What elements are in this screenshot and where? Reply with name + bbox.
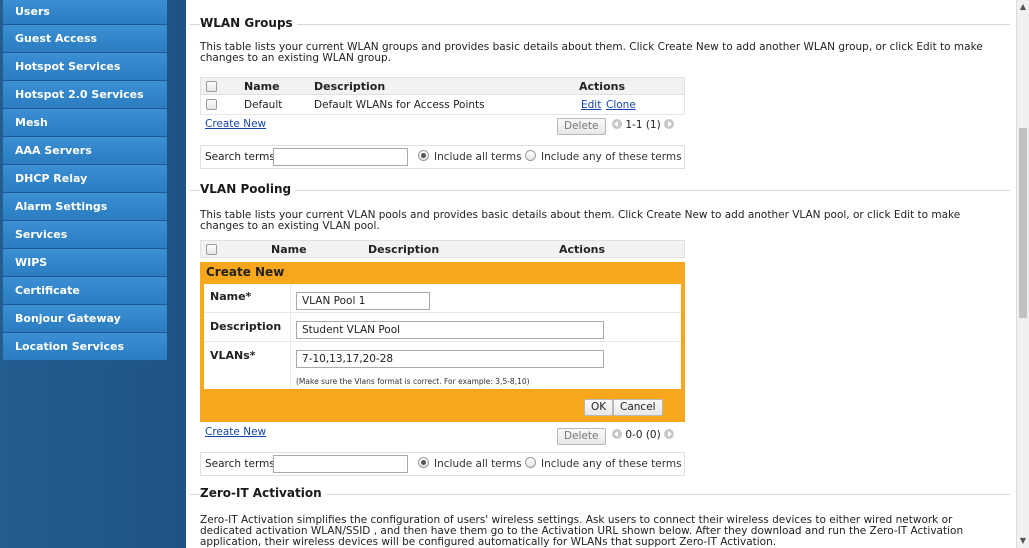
search-input[interactable] (273, 148, 408, 166)
create-form-body: Name* Description VLANs* (Make sure the … (204, 284, 681, 389)
wlan-groups-description: This table lists your current WLAN group… (200, 41, 983, 64)
pool-description-input[interactable] (296, 321, 604, 339)
sidebar-item-hotspot-2-services[interactable]: Hotspot 2.0 Services (3, 81, 167, 109)
ok-button[interactable]: OK (584, 399, 614, 416)
pagination: 1-1 (1) (612, 119, 675, 131)
sidebar-item-alarm-settings[interactable]: Alarm Settings (3, 193, 167, 221)
select-all-checkbox[interactable] (206, 81, 217, 92)
sidebar-item-users[interactable]: Users (3, 0, 167, 25)
sidebar-item-dhcp-relay[interactable]: DHCP Relay (3, 165, 167, 193)
column-actions: Actions (579, 80, 625, 93)
select-all-checkbox[interactable] (206, 244, 217, 255)
column-name: Name (271, 243, 307, 256)
table-header: Name Description Actions (200, 240, 685, 258)
create-new-link[interactable]: Create New (205, 118, 266, 130)
column-actions: Actions (559, 243, 605, 256)
table-footer: Create New Delete 1-1 (1) (200, 115, 685, 137)
search-label: Search terms (205, 151, 275, 163)
create-new-link[interactable]: Create New (205, 426, 266, 438)
vlan-pooling-table: Name Description Actions Create New Name… (200, 240, 685, 480)
sidebar-nav: Users Guest Access Hotspot Services Hots… (3, 0, 167, 361)
scroll-up-icon[interactable]: ▲ (1017, 0, 1029, 14)
wlan-groups-table: Name Description Actions Default Default… (200, 77, 685, 172)
include-any-label: Include any of these terms (541, 151, 682, 163)
table-row: Default Default WLANs for Access Points … (200, 95, 685, 115)
pagination: 0-0 (0) (612, 429, 675, 441)
column-description: Description (368, 243, 440, 256)
name-row: Name* (204, 284, 681, 313)
prev-page-icon[interactable] (612, 119, 622, 129)
zero-it-section: Zero-IT Activation Zero-IT Activation si… (190, 485, 1010, 548)
sidebar-item-aaa-servers[interactable]: AAA Servers (3, 137, 167, 165)
pool-name-input[interactable] (296, 292, 430, 310)
search-input[interactable] (273, 455, 408, 473)
create-new-form: Create New Name* Description VLANs* (200, 262, 685, 422)
cancel-button[interactable]: Cancel (613, 399, 663, 416)
wlan-groups-section: WLAN Groups This table lists your curren… (190, 15, 1010, 175)
description-row: Description (204, 312, 681, 342)
row-checkbox[interactable] (206, 99, 217, 110)
create-new-title: Create New (206, 265, 285, 279)
table-footer: Create New Delete 0-0 (0) (200, 423, 685, 445)
sidebar-item-location-services[interactable]: Location Services (3, 333, 167, 361)
column-name: Name (244, 80, 280, 93)
row-name: Default (244, 99, 283, 111)
include-any-label: Include any of these terms (541, 458, 682, 470)
sidebar: Users Guest Access Hotspot Services Hots… (0, 0, 196, 548)
sidebar-item-bonjour-gateway[interactable]: Bonjour Gateway (3, 305, 167, 333)
include-all-label: Include all terms (434, 458, 522, 470)
vertical-scrollbar[interactable]: ▲ ▼ (1016, 0, 1029, 548)
search-bar: Search terms Include all terms Include a… (200, 452, 685, 476)
edit-link[interactable]: Edit (581, 99, 601, 111)
description-label: Description (210, 320, 282, 333)
zero-it-title: Zero-IT Activation (200, 486, 326, 500)
sidebar-item-hotspot-services[interactable]: Hotspot Services (3, 53, 167, 81)
wlan-groups-title: WLAN Groups (200, 16, 297, 30)
vlan-pooling-section: VLAN Pooling This table lists your curre… (190, 181, 1010, 477)
next-page-icon[interactable] (664, 119, 675, 129)
delete-button[interactable]: Delete (557, 118, 606, 135)
search-label: Search terms (205, 458, 275, 470)
sidebar-item-certificate[interactable]: Certificate (3, 277, 167, 305)
scrollbar-thumb[interactable] (1019, 128, 1027, 318)
sidebar-item-services[interactable]: Services (3, 221, 167, 249)
vlans-format-hint: (Make sure the Vlans format is correct. … (296, 377, 530, 386)
include-any-radio[interactable] (525, 457, 536, 468)
next-page-icon[interactable] (664, 429, 675, 439)
column-description: Description (314, 80, 386, 93)
main-panel: WLAN Groups This table lists your curren… (186, 0, 1016, 548)
row-description: Default WLANs for Access Points (314, 99, 485, 111)
include-all-radio[interactable] (418, 150, 429, 161)
sidebar-item-mesh[interactable]: Mesh (3, 109, 167, 137)
include-all-radio[interactable] (418, 457, 429, 468)
clone-link[interactable]: Clone (606, 99, 636, 111)
include-any-radio[interactable] (525, 150, 536, 161)
delete-button[interactable]: Delete (557, 428, 606, 445)
vlan-pooling-description: This table lists your current VLAN pools… (200, 209, 961, 232)
zero-it-description: Zero-IT Activation simplifies the config… (200, 514, 964, 548)
prev-page-icon[interactable] (612, 429, 622, 439)
sidebar-item-guest-access[interactable]: Guest Access (3, 25, 167, 53)
name-label: Name* (210, 290, 252, 303)
table-header: Name Description Actions (200, 77, 685, 95)
page-range: 0-0 (0) (625, 429, 661, 441)
sidebar-item-wips[interactable]: WIPS (3, 249, 167, 277)
vlans-input[interactable] (296, 350, 604, 368)
vlans-label: VLANs* (210, 349, 256, 362)
search-bar: Search terms Include all terms Include a… (200, 145, 685, 169)
page-range: 1-1 (1) (625, 119, 661, 131)
vlan-pooling-title: VLAN Pooling (200, 182, 296, 196)
include-all-label: Include all terms (434, 151, 522, 163)
scroll-down-icon[interactable]: ▼ (1017, 534, 1029, 548)
